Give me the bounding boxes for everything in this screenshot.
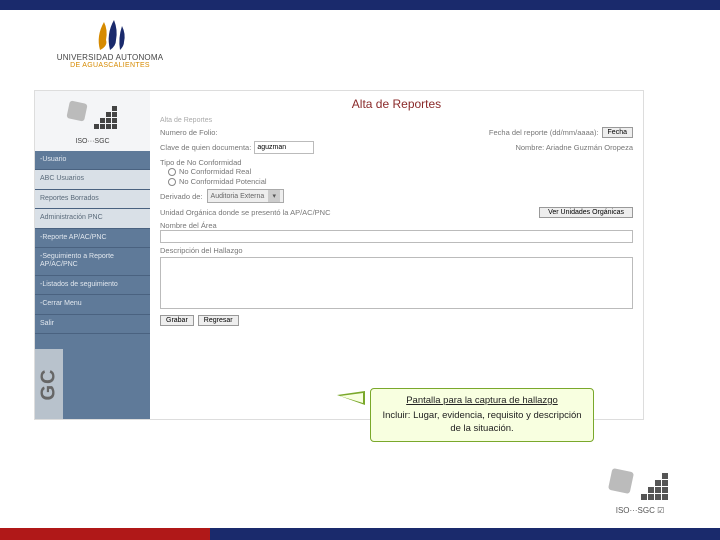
callout-line2: Incluir: Lugar, evidencia, requisito y d… (379, 410, 585, 435)
page-title: Alta de Reportes (160, 97, 633, 111)
sidebar: ISO···SGC -Usuario ABC Usuarios Reportes… (35, 91, 150, 419)
content-panel: Alta de Reportes Alta de Reportes Numero… (150, 91, 643, 419)
radio-real[interactable] (168, 168, 176, 176)
sidebar-item-cerrar-menu[interactable]: -Cerrar Menu (35, 295, 150, 314)
ver-unidades-button[interactable]: Ver Unidades Orgánicas (539, 207, 633, 218)
fecha-button[interactable]: Fecha (602, 127, 633, 138)
flame-icon (86, 16, 134, 52)
grabar-button[interactable]: Grabar (160, 315, 194, 326)
nombre-label: Nombre: Ariadne Guzmán Oropeza (515, 143, 633, 152)
callout-line1: Pantalla para la captura de hallazgo (379, 395, 585, 407)
logo-text-2: DE AGUASCALIENTES (70, 62, 150, 69)
unidad-label: Unidad Orgánica donde se presentó la AP/… (160, 208, 331, 217)
band-navy (210, 528, 720, 540)
radio-potencial-label: No Conformidad Potencial (179, 177, 267, 186)
derivado-label: Derivado de: (160, 192, 203, 201)
fecha-label: Fecha del reporte (dd/mm/aaaa): (489, 128, 599, 137)
sidebar-logo: ISO···SGC (35, 91, 150, 151)
nombre-area-label: Nombre del Área (160, 221, 633, 230)
callout-arrow-icon (337, 391, 373, 411)
descripcion-textarea[interactable] (160, 257, 633, 309)
sidebar-item-admin-pnc[interactable]: Administración PNC (35, 209, 150, 228)
uaa-logo: UNIVERSIDAD AUTONOMA DE AGUASCALIENTES (40, 16, 180, 69)
corner-iso-label: ISO···SGC ☑ (616, 506, 665, 515)
app-window: ISO···SGC -Usuario ABC Usuarios Reportes… (34, 90, 644, 420)
sgc-vertical-label: GC (35, 349, 63, 419)
sidebar-item-reportes-borrados[interactable]: Reportes Borrados (35, 190, 150, 209)
tipo-label: Tipo de No Conformidad (160, 158, 633, 167)
nombre-area-input[interactable] (160, 230, 633, 243)
descripcion-label: Descripción del Hallazgo (160, 246, 633, 255)
folio-label: Numero de Folio: (160, 128, 218, 137)
derivado-select[interactable]: Auditoria Externa ▾ (207, 189, 285, 203)
header: UNIVERSIDAD AUTONOMA DE AGUASCALIENTES (0, 10, 720, 78)
sidebar-item-abc-usuarios[interactable]: ABC Usuarios (35, 170, 150, 189)
radio-potencial[interactable] (168, 178, 176, 186)
clave-label: Clave de quien documenta: (160, 143, 251, 152)
callout-box: Pantalla para la captura de hallazgo Inc… (370, 388, 594, 442)
corner-iso-icon (600, 466, 680, 506)
regresar-button[interactable]: Regresar (198, 315, 239, 326)
alt-title-faded: Alta de Reportes (160, 117, 633, 124)
chevron-down-icon: ▾ (268, 190, 280, 202)
radio-real-label: No Conformidad Real (179, 167, 251, 176)
iso-label: ISO···SGC (75, 138, 109, 145)
logo-text-1: UNIVERSIDAD AUTONOMA (57, 53, 164, 62)
corner-iso-logo: ISO···SGC ☑ (600, 466, 680, 516)
top-bar (0, 0, 720, 10)
sidebar-item-seguimiento[interactable]: -Seguimiento a Reporte AP/AC/PNC (35, 248, 150, 276)
sidebar-item-salir[interactable]: Salir (35, 315, 150, 334)
band-red (0, 528, 210, 540)
iso-logo-icon (58, 98, 128, 138)
sidebar-item-listados[interactable]: -Listados de seguimiento (35, 276, 150, 295)
sidebar-item-reporte-ap[interactable]: -Reporte AP/AC/PNC (35, 229, 150, 248)
bottom-band (0, 528, 720, 540)
clave-input[interactable] (254, 141, 314, 154)
sidebar-item-usuario[interactable]: -Usuario (35, 151, 150, 170)
